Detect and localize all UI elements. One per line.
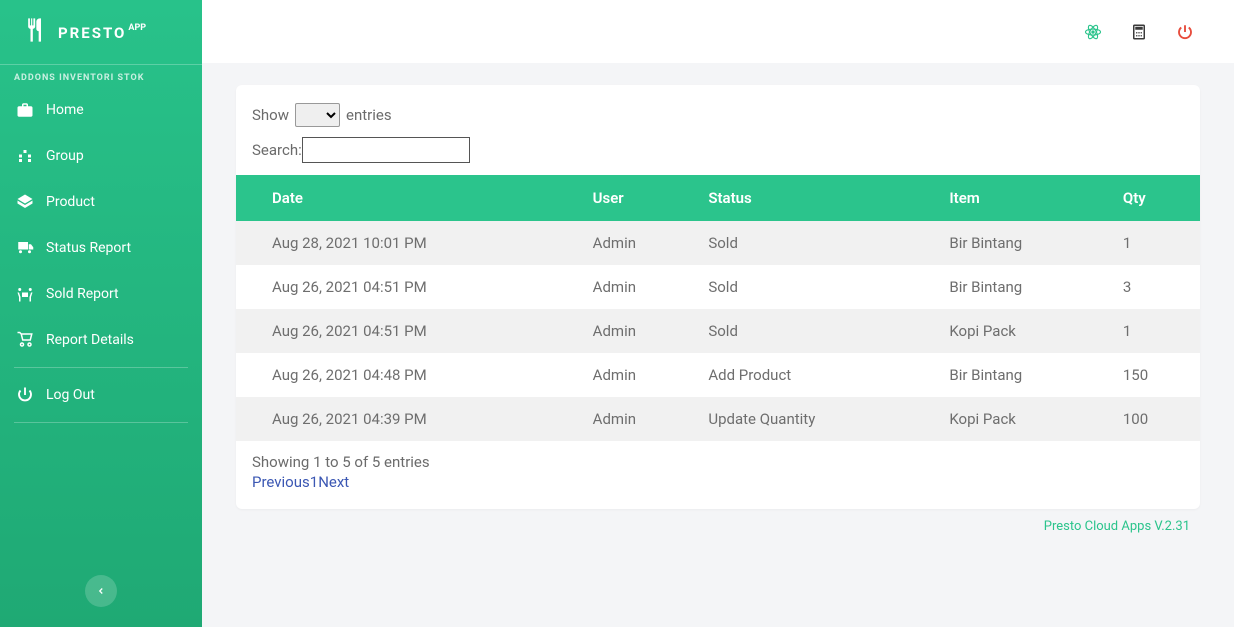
cell-qty: 1 [1123, 221, 1200, 265]
content: Show entries Search: Date User Status [202, 63, 1234, 627]
prev-link[interactable]: Previous [252, 473, 310, 491]
search-label: Search: [252, 141, 302, 159]
app-version: Presto Cloud Apps V.2.31 [236, 509, 1200, 534]
col-date[interactable]: Date [236, 175, 593, 221]
col-item[interactable]: Item [949, 175, 1123, 221]
brand: PRESTOAPP [0, 0, 202, 64]
sidebar-item-label: Sold Report [46, 286, 119, 302]
nav-separator [14, 422, 188, 423]
cell-item: Kopi Pack [949, 397, 1123, 441]
cell-status: Sold [708, 265, 949, 309]
chevron-left-icon [96, 586, 106, 596]
group-icon [16, 147, 34, 165]
cell-user: Admin [593, 221, 709, 265]
sidebar-item-status-report[interactable]: Status Report [0, 225, 202, 271]
show-prefix: Show [252, 106, 289, 124]
search-input[interactable] [302, 137, 470, 163]
entries-control: Show entries [236, 103, 1200, 133]
cell-user: Admin [593, 265, 709, 309]
table-row: Aug 26, 2021 04:48 PMAdminAdd ProductBir… [236, 353, 1200, 397]
cell-date: Aug 28, 2021 10:01 PM [236, 221, 593, 265]
sidebar: PRESTOAPP ADDONS INVENTORI STOK Home Gro… [0, 0, 202, 627]
show-suffix: entries [346, 106, 392, 124]
topbar [202, 0, 1234, 63]
report-table: Date User Status Item Qty Aug 28, 2021 1… [236, 175, 1200, 441]
cart-icon [16, 331, 34, 349]
cell-qty: 150 [1123, 353, 1200, 397]
col-qty[interactable]: Qty [1123, 175, 1200, 221]
sidebar-item-report-details[interactable]: Report Details [0, 317, 202, 363]
briefcase-icon [16, 101, 34, 119]
sidebar-item-label: Log Out [46, 387, 95, 403]
calculator-icon[interactable] [1130, 23, 1148, 41]
sidebar-item-product[interactable]: Product [0, 179, 202, 225]
cell-user: Admin [593, 353, 709, 397]
sidebar-item-group[interactable]: Group [0, 133, 202, 179]
cell-item: Bir Bintang [949, 265, 1123, 309]
cell-date: Aug 26, 2021 04:48 PM [236, 353, 593, 397]
cell-date: Aug 26, 2021 04:51 PM [236, 309, 593, 353]
cell-status: Sold [708, 221, 949, 265]
sidebar-item-label: Group [46, 148, 84, 164]
cell-date: Aug 26, 2021 04:51 PM [236, 265, 593, 309]
sidebar-section-label: ADDONS INVENTORI STOK [0, 64, 202, 87]
entries-select[interactable] [295, 103, 340, 127]
cell-date: Aug 26, 2021 04:39 PM [236, 397, 593, 441]
cell-item: Bir Bintang [949, 353, 1123, 397]
cell-user: Admin [593, 397, 709, 441]
table-header-row: Date User Status Item Qty [236, 175, 1200, 221]
sidebar-item-label: Status Report [46, 240, 131, 256]
sidebar-collapse-button[interactable] [85, 575, 117, 607]
search-control: Search: [236, 133, 1200, 175]
col-status[interactable]: Status [708, 175, 949, 221]
cell-status: Update Quantity [708, 397, 949, 441]
report-card: Show entries Search: Date User Status [236, 85, 1200, 509]
cell-qty: 1 [1123, 309, 1200, 353]
table-row: Aug 26, 2021 04:51 PMAdminSoldKopi Pack1 [236, 309, 1200, 353]
cell-status: Sold [708, 309, 949, 353]
cell-user: Admin [593, 309, 709, 353]
nav-separator [14, 367, 188, 368]
table-row: Aug 26, 2021 04:51 PMAdminSoldBir Bintan… [236, 265, 1200, 309]
sidebar-item-label: Home [46, 102, 84, 118]
layers-icon [16, 193, 34, 211]
cell-qty: 100 [1123, 397, 1200, 441]
table-row: Aug 28, 2021 10:01 PMAdminSoldBir Bintan… [236, 221, 1200, 265]
cell-item: Kopi Pack [949, 309, 1123, 353]
cell-status: Add Product [708, 353, 949, 397]
power-icon [16, 386, 34, 404]
sidebar-item-logout[interactable]: Log Out [0, 372, 202, 418]
table-row: Aug 26, 2021 04:39 PMAdminUpdate Quantit… [236, 397, 1200, 441]
sidebar-item-sold-report[interactable]: Sold Report [0, 271, 202, 317]
next-link[interactable]: Next [318, 473, 349, 491]
col-user[interactable]: User [593, 175, 709, 221]
cell-item: Bir Bintang [949, 221, 1123, 265]
table-info: Showing 1 to 5 of 5 entries [236, 441, 1200, 471]
people-carry-icon [16, 285, 34, 303]
nav: Home Group Product Status Report Sold Re… [0, 87, 202, 567]
sidebar-item-label: Product [46, 194, 95, 210]
truck-icon [16, 239, 34, 257]
atom-icon[interactable] [1084, 23, 1102, 41]
page-number[interactable]: 1 [310, 473, 318, 491]
pagination: Previous1Next [236, 471, 1200, 491]
fork-knife-icon [20, 16, 48, 48]
main: Show entries Search: Date User Status [202, 0, 1234, 627]
brand-name: PRESTOAPP [58, 23, 146, 42]
sidebar-item-label: Report Details [46, 332, 134, 348]
power-icon[interactable] [1176, 23, 1194, 41]
cell-qty: 3 [1123, 265, 1200, 309]
sidebar-item-home[interactable]: Home [0, 87, 202, 133]
